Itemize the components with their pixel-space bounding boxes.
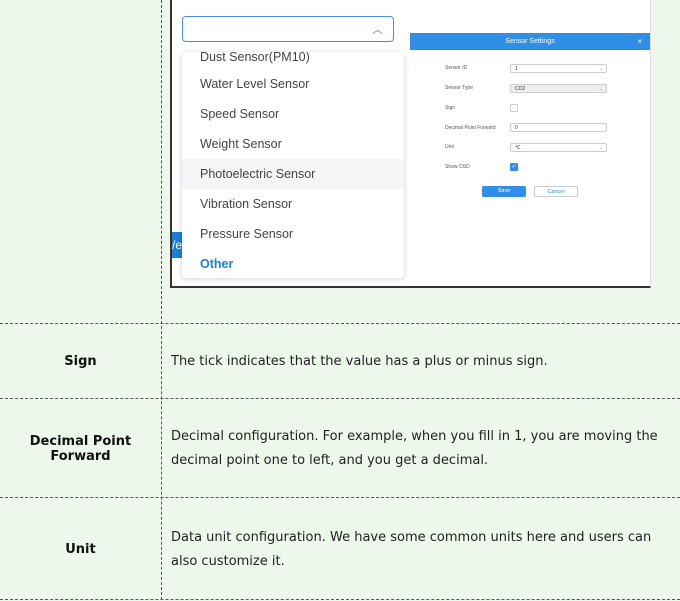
decimal-label: Decimal Point Forward (445, 125, 496, 131)
param-description: Decimal configuration. For example, when… (171, 429, 658, 468)
ui-screenshot: /e ︿ Dust Sensor(PM10) Water Level Senso… (170, 0, 651, 288)
dropdown-option[interactable]: Pressure Sensor (182, 219, 404, 249)
save-button[interactable]: Save (482, 186, 526, 197)
modal-title: Sensor Settings (505, 38, 555, 45)
decimal-input[interactable]: 0 (510, 123, 607, 132)
dropdown-option[interactable]: Speed Sensor (182, 99, 404, 129)
sensor-id-select[interactable]: 1 ⌄ (510, 64, 607, 73)
dropdown-option-selected[interactable]: Other (182, 249, 404, 278)
chevron-up-icon[interactable]: ︿ (372, 21, 383, 37)
param-name: Sign (64, 354, 97, 369)
dropdown-option[interactable]: Vibration Sensor (182, 189, 404, 219)
param-name: Unit (65, 542, 96, 557)
sensor-id-value: 1 (515, 66, 518, 72)
unit-value: ℃ (515, 145, 521, 151)
parameter-table: /e ︿ Dust Sensor(PM10) Water Level Senso… (0, 0, 680, 601)
sensor-settings-modal: Sensor Settings × Sensor ID 1 ⌄ Sensor Ty… (410, 33, 650, 286)
sensor-type-label: Sensor Type (445, 85, 473, 91)
unit-label: Unit (445, 144, 454, 150)
chevron-down-icon: ⌄ (598, 145, 603, 151)
unit-select[interactable]: ℃ ⌄ (510, 143, 607, 152)
show-osd-label: Show OSD (445, 164, 470, 170)
dropdown-option-highlighted[interactable]: Photoelectric Sensor (182, 159, 404, 189)
chevron-down-icon: ⌄ (598, 86, 603, 92)
chevron-down-icon: ⌄ (598, 66, 603, 72)
decimal-value: 0 (515, 125, 518, 131)
sign-checkbox[interactable] (510, 104, 518, 112)
show-osd-checkbox[interactable]: ✓ (510, 163, 518, 171)
sensor-type-field[interactable]: CO2 ⌄ (510, 84, 607, 93)
sensor-type-select[interactable]: ︿ (182, 16, 394, 42)
modal-header: Sensor Settings × (410, 33, 650, 50)
dropdown-option[interactable]: Weight Sensor (182, 129, 404, 159)
param-description: Data unit configuration. We have some co… (171, 529, 652, 569)
sensor-id-label: Sensor ID (445, 65, 468, 71)
sign-label: Sign (445, 105, 456, 111)
dropdown-option[interactable]: Water Level Sensor (182, 69, 404, 99)
param-name: Decimal Point Forward (29, 434, 132, 464)
cancel-button[interactable]: Cancel (534, 186, 578, 197)
close-icon[interactable]: × (637, 33, 642, 50)
sensor-type-value: CO2 (515, 86, 526, 92)
param-description: The tick indicates that the value has a … (171, 353, 548, 369)
sensor-type-dropdown: Dust Sensor(PM10) Water Level Sensor Spe… (182, 52, 404, 278)
